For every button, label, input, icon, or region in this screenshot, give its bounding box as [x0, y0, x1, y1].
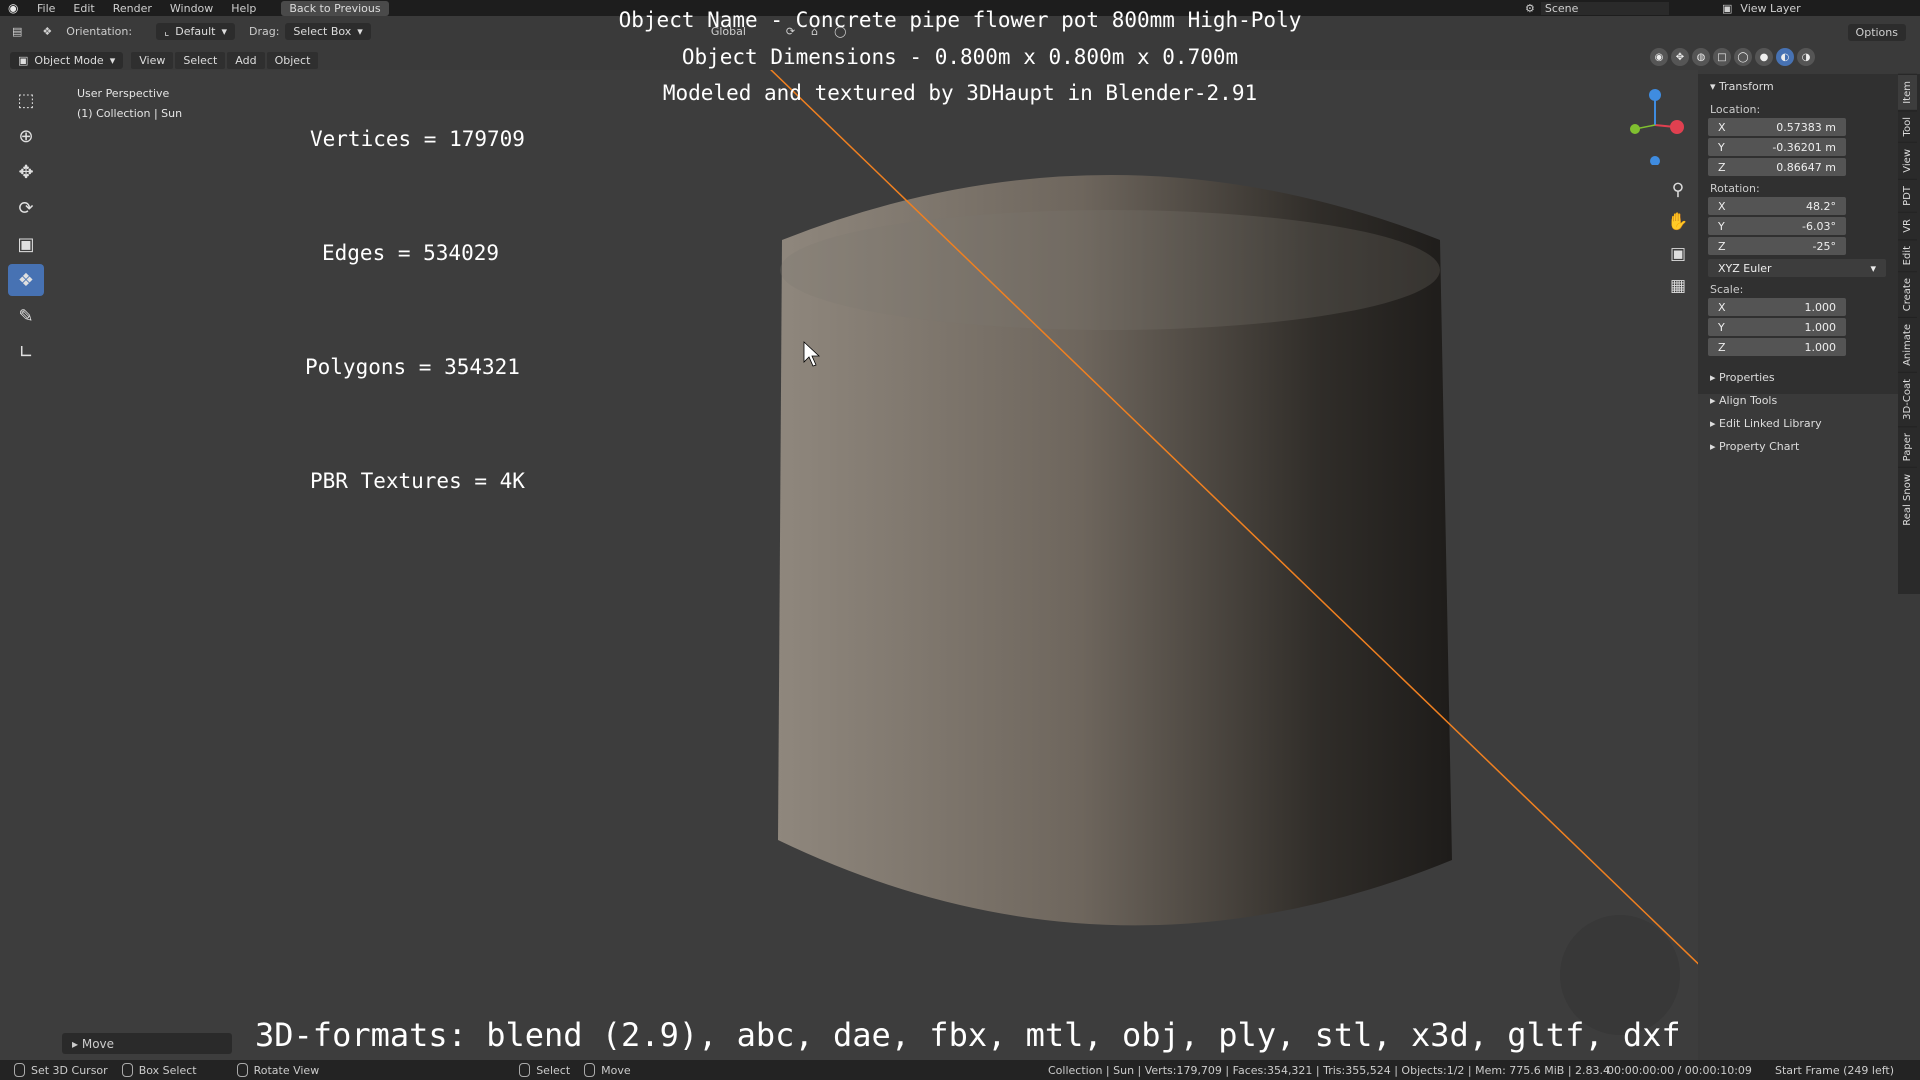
collection-label: (1) Collection | Sun — [77, 107, 183, 120]
status-frame: Start Frame (249 left) — [1775, 1063, 1895, 1077]
last-operator-label: Move — [81, 1036, 115, 1051]
scale-tool-icon[interactable]: ▣ — [8, 228, 44, 260]
polygons-count: Polygons = 354321 — [305, 355, 520, 379]
viewport-scene — [770, 70, 1698, 965]
left-toolbar: ⬚ ⊕ ✥ ⟳ ▣ ❖ ✎ ∟ — [8, 84, 48, 372]
mouse-right-icon — [519, 1063, 531, 1077]
vertices-count: Vertices = 179709 — [310, 127, 525, 151]
tab-create[interactable]: Create — [1898, 270, 1917, 318]
concrete-pot-mesh[interactable] — [778, 175, 1452, 926]
scale-fields: X 1.000 Y 1.000 Z 1.000 — [1708, 298, 1846, 356]
x-axis-icon — [1670, 120, 1684, 134]
measure-tool-icon[interactable]: ∟ — [8, 336, 44, 368]
mesh-stats: Vertices = 179709 Edges = 534029 Polygon… — [305, 44, 525, 538]
navigation-gizmo[interactable] — [1615, 85, 1695, 165]
solid-shading-icon[interactable]: ● — [1755, 48, 1773, 66]
rotation-z-field[interactable]: Z -25° — [1708, 237, 1846, 255]
cursor-tool-icon[interactable]: ⊕ — [8, 120, 44, 152]
tab-pdt[interactable]: PDT — [1898, 178, 1917, 212]
textures-info: PBR Textures = 4K — [310, 469, 525, 493]
tab-view[interactable]: View — [1898, 142, 1917, 179]
status-select: Select — [519, 1063, 570, 1077]
rotate-tool-icon[interactable]: ⟳ — [8, 192, 44, 224]
status-time: 00:00:00:00 / 00:00:10:09 — [1607, 1063, 1752, 1077]
rotation-label: Rotation: — [1710, 182, 1760, 195]
properties-panel-header[interactable]: ▸ Properties — [1698, 366, 1898, 389]
viewport-shading-controls: ◉ ✥ ◍ □ ◯ ● ◐ ◑ — [1650, 48, 1815, 66]
location-y-field[interactable]: Y -0.36201 m — [1708, 138, 1846, 156]
location-fields: X 0.57383 m Y -0.36201 m Z 0.86647 m — [1708, 118, 1846, 176]
status-set-cursor: Set 3D Cursor — [14, 1063, 108, 1077]
rotation-y-field[interactable]: Y -6.03° — [1708, 217, 1846, 235]
sidebar-item-panel: ▾ Transform Location: X 0.57383 m Y -0.362… — [1698, 74, 1898, 453]
rendered-shading-icon[interactable]: ◑ — [1797, 48, 1815, 66]
tab-vr[interactable]: VR — [1898, 211, 1917, 239]
location-z-field[interactable]: Z 0.86647 m — [1708, 158, 1846, 176]
scale-x-field[interactable]: X 1.000 — [1708, 298, 1846, 316]
mouse-drag-icon — [121, 1063, 133, 1077]
wireframe-shading-icon[interactable]: ◯ — [1734, 48, 1752, 66]
tab-edit[interactable]: Edit — [1898, 238, 1917, 271]
camera-icon[interactable]: ▣ — [1663, 239, 1693, 269]
tab-item[interactable]: Item — [1898, 74, 1917, 110]
object-dimensions-overlay: Object Dimensions - 0.800m x 0.800m x 0.… — [681, 45, 1239, 69]
material-shading-icon[interactable]: ◐ — [1776, 48, 1794, 66]
scale-y-field[interactable]: Y 1.000 — [1708, 318, 1846, 336]
overlays-icon[interactable]: ◍ — [1692, 48, 1710, 66]
grid-projection-icon[interactable]: ▦ — [1663, 271, 1693, 301]
neg-z-axis-icon — [1650, 156, 1660, 165]
mouse-right-drag-icon — [584, 1063, 596, 1077]
mouse-left-icon — [14, 1063, 25, 1077]
xray-icon[interactable]: □ — [1713, 48, 1731, 66]
status-bar: Set 3D Cursor Box Select Rotate View Sel… — [0, 1060, 1920, 1080]
visibility-icon[interactable]: ◉ — [1650, 48, 1668, 66]
status-scene-stats: Collection | Sun | Verts:179,709 | Faces… — [1048, 1063, 1611, 1077]
pan-hand-icon[interactable]: ✋ — [1663, 207, 1693, 237]
status-move: Move — [584, 1063, 631, 1077]
tab-real-snow[interactable]: Real Snow — [1898, 467, 1917, 532]
tab-animate[interactable]: Animate — [1898, 317, 1917, 373]
status-rotate-view: Rotate View — [236, 1063, 319, 1077]
y-axis-icon — [1630, 124, 1640, 134]
gizmo-icon[interactable]: ✥ — [1671, 48, 1689, 66]
transform-tool-icon[interactable]: ❖ — [8, 264, 44, 296]
navigation-buttons: ⚲ ✋ ▣ ▦ — [1663, 175, 1693, 303]
status-box-select: Box Select — [121, 1063, 197, 1077]
move-tool-icon[interactable]: ✥ — [8, 156, 44, 188]
location-x-field[interactable]: X 0.57383 m — [1708, 118, 1846, 136]
annotate-tool-icon[interactable]: ✎ — [8, 300, 44, 332]
rotation-mode-value: XYZ Euler — [1718, 261, 1772, 275]
scale-z-field[interactable]: Z 1.000 — [1708, 338, 1846, 356]
last-operator-panel[interactable]: ▸ Move — [62, 1033, 232, 1054]
mouse-middle-icon — [236, 1063, 248, 1077]
rotation-x-field[interactable]: X 48.2° — [1708, 197, 1846, 215]
rotation-mode-dropdown[interactable]: XYZ Euler ▾ — [1708, 259, 1886, 277]
tab-tool[interactable]: Tool — [1898, 109, 1917, 143]
zoom-icon[interactable]: ⚲ — [1663, 175, 1693, 205]
object-name-overlay: Object Name - Concrete pipe flower pot 8… — [618, 8, 1302, 32]
3d-viewport[interactable] — [0, 70, 1698, 1060]
rotation-fields: X 48.2° Y -6.03° Z -25° — [1708, 197, 1846, 255]
sidebar-tabs: Item Tool View PDT VR Edit Create Animat… — [1898, 74, 1920, 594]
location-label: Location: — [1710, 103, 1761, 116]
property-chart-panel-header[interactable]: ▸ Property Chart — [1698, 435, 1898, 458]
formats-overlay: 3D-formats: blend (2.9), abc, dae, fbx, … — [255, 1016, 1681, 1054]
scale-label: Scale: — [1710, 283, 1744, 296]
chevron-right-icon: ▸ — [72, 1036, 82, 1051]
chevron-down-icon: ▾ — [1870, 261, 1876, 275]
align-tools-panel-header[interactable]: ▸ Align Tools — [1698, 389, 1898, 412]
z-axis-icon — [1649, 89, 1661, 101]
tab-paper[interactable]: Paper — [1898, 425, 1917, 468]
edges-count: Edges = 534029 — [322, 241, 500, 265]
transform-header[interactable]: ▾ Transform — [1698, 74, 1898, 99]
tab-3d-coat[interactable]: 3D-Coat — [1898, 372, 1917, 426]
edit-linked-library-panel-header[interactable]: ▸ Edit Linked Library — [1698, 412, 1898, 435]
